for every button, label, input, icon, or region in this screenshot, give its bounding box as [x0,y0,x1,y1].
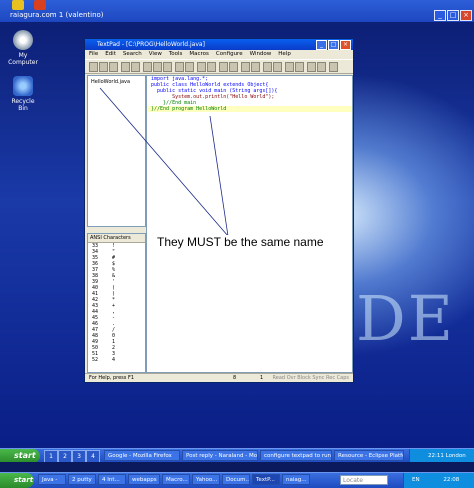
task-documents[interactable]: Docum... [222,474,250,485]
menu-view[interactable]: View [149,50,162,59]
code-editor[interactable]: import java.lang.*; public class HelloWo… [146,75,353,373]
menu-macros[interactable]: Macros [189,50,209,59]
desktop-icon-label: Recycle Bin [11,98,35,112]
task-textpad[interactable]: TextP... [252,474,280,485]
redo-icon[interactable] [185,62,194,72]
paragraph-icon[interactable] [251,62,260,72]
menu-tools[interactable]: Tools [169,50,183,59]
code-text: }//End program HelloWorld [151,106,227,112]
textpad-window: TextPad - [C:\PROG\HelloWorld.java] _ □ … [84,38,354,383]
minimize-icon[interactable]: _ [316,40,327,50]
task-macromedia[interactable]: Macro... [162,474,190,485]
tool-icon[interactable] [285,62,294,72]
system-tray: 22:11 London [409,449,474,463]
menu-search[interactable]: Search [123,50,142,59]
start-button[interactable]: start [0,449,40,463]
character-glyph: 4 [112,357,116,363]
desktop-icon-my-computer[interactable]: My Computer [8,30,38,66]
close-icon[interactable]: × [460,10,472,21]
find-icon[interactable] [219,62,228,72]
help-icon[interactable] [329,62,338,72]
open-file-icon[interactable] [99,62,108,72]
menu-configure[interactable]: Configure [216,50,243,59]
wallpaper-text: DE [356,282,455,355]
macro-icon[interactable] [295,62,304,72]
indent-icon[interactable] [197,62,206,72]
spell-check-icon[interactable] [241,62,250,72]
paste-icon[interactable] [163,62,172,72]
status-help: For Help, press F1 [89,375,135,381]
clock-lower[interactable]: 22:08 [421,477,459,483]
locate-search-field[interactable]: Locate [340,475,388,485]
window-controls: _ □ × [434,10,472,21]
undo-icon[interactable] [175,62,184,72]
maximize-icon[interactable]: □ [328,40,339,50]
menu-file[interactable]: File [89,50,98,59]
replace-icon[interactable] [229,62,238,72]
textpad-titlebar[interactable]: TextPad - [C:\PROG\HelloWorld.java] _ □ … [85,39,353,50]
run-icon[interactable] [273,62,282,72]
save-icon[interactable] [109,62,118,72]
status-line: 8 [233,375,237,381]
language-indicator[interactable]: EN [404,477,420,483]
cut-icon[interactable] [143,62,152,72]
menu-help[interactable]: Help [278,50,291,59]
task-putty[interactable]: 2 putty [68,474,96,485]
preview-icon[interactable] [131,62,140,72]
desktop-icon-recycle-bin[interactable]: Recycle Bin [8,76,38,112]
print-icon[interactable] [121,62,130,72]
toolbar [85,59,353,74]
textpad-title: TextPad - [C:\PROG\HelloWorld.java] [97,41,205,48]
next-document-icon[interactable] [317,62,326,72]
minimize-icon[interactable]: _ [434,10,446,21]
status-bar: For Help, press F1 8 1 Read Ovr Block Sy… [85,373,353,382]
app-icon[interactable] [34,0,46,10]
lower-taskbar: start Java - 2 putty 4 Int... webapps Ma… [0,472,474,488]
status-indicators: Read Ovr Block Sync Rec Caps [272,375,349,381]
character-list: 33! 34 " 35 #36 $37% 38 & 39 ' 40(41) 42 * 43 +44, 45-4… [88,243,145,363]
menu-bar: File Edit Search View Tools Macros Confi… [85,50,353,59]
character-panel: ANSI Characters 33! 34 " 35 #36 $37% 38 & 39 ' 40(… [87,233,146,373]
folder-icon[interactable] [12,0,24,10]
code-line-current: }//End program HelloWorld [147,106,352,112]
desktop-icon-label: My Computer [8,52,38,66]
copy-icon[interactable] [153,62,162,72]
task-java[interactable]: Java - [38,474,66,485]
upper-taskbar: start 1 2 3 4 Google - Mozilla Firefox P… [0,448,474,463]
task-internet-explorer[interactable]: 4 Int... [98,474,126,485]
task-yahoo[interactable]: Yahoo... [192,474,220,485]
outdent-icon[interactable] [207,62,216,72]
new-file-icon[interactable] [89,62,98,72]
textpad-window-controls: _ □ × [316,40,351,50]
remote-session-titlebar: raiagura.com 1 (valentino) _ □ × [0,0,474,22]
menu-edit[interactable]: Edit [105,50,116,59]
document-item[interactable]: HelloWorld.java [88,76,145,85]
character-code: 52 [92,357,99,363]
task-firefox-nairaland[interactable]: Post reply - Naraland - Mozil... [182,450,258,461]
task-firefox-google[interactable]: Google - Mozilla Firefox [104,450,180,461]
character-row[interactable]: 52 4 [88,357,145,363]
task-naiagura[interactable]: naiag... [282,474,310,485]
system-tray-lower: EN 22:08 [403,473,474,488]
compile-icon[interactable] [263,62,272,72]
prev-document-icon[interactable] [307,62,316,72]
computer-icon [13,30,33,50]
close-icon[interactable]: × [340,40,351,50]
task-webapps[interactable]: webapps [128,474,160,485]
status-column: 1 [260,375,264,381]
menu-window[interactable]: Window [250,50,272,59]
maximize-icon[interactable]: □ [447,10,459,21]
annotation-label: They MUST be the same name [155,235,326,249]
task-eclipse[interactable]: Resource - Eclipse Platform [334,450,404,461]
character-panel-title: ANSI Characters [88,234,145,243]
remote-session-title: raiagura.com 1 (valentino) [10,11,104,19]
recycle-bin-icon [13,76,33,96]
taskbar-divider [0,462,474,472]
task-firefox-textpad[interactable]: configure textpad to run java... [260,450,332,461]
document-selector: HelloWorld.java [87,75,146,227]
start-button-secondary[interactable]: start [0,473,34,488]
clock[interactable]: 22:11 London [410,453,466,459]
